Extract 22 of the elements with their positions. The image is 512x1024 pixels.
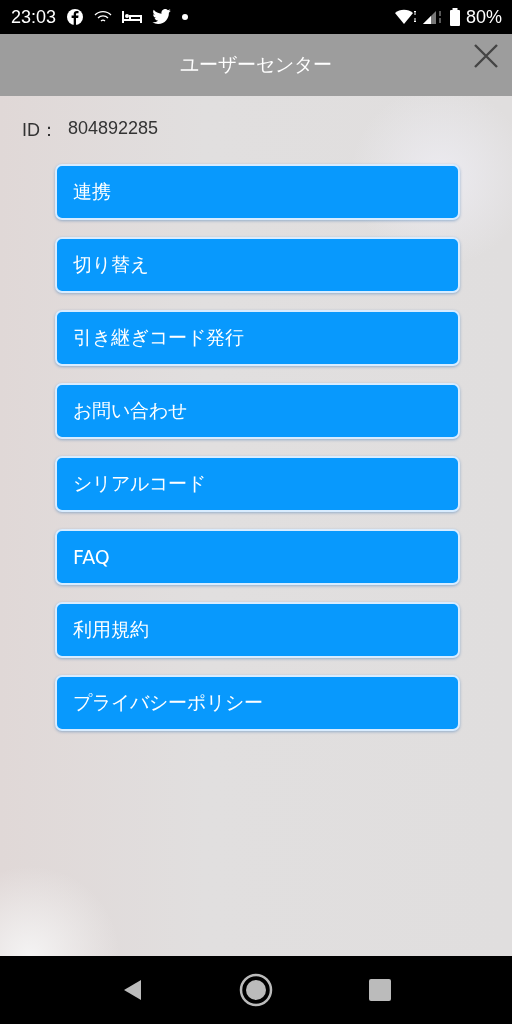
bed-icon [122,10,143,24]
bird-icon [152,9,173,25]
battery-icon [448,8,461,26]
menu-button[interactable]: シリアルコード [55,456,460,512]
menu-button[interactable]: 切り替え [55,237,460,293]
page-title: ユーザーセンター [180,52,332,77]
menu-button[interactable]: プライバシーポリシー [55,675,460,731]
signal-icon [421,9,444,25]
notification-dot-icon [182,14,189,20]
clock: 23:03 [11,6,57,28]
menu-button[interactable]: FAQ [55,529,460,585]
home-icon[interactable] [239,973,273,1007]
wifi-icon [394,9,417,25]
menu-button[interactable]: 利用規約 [55,602,460,658]
facebook-icon [66,8,85,26]
close-icon[interactable] [473,43,499,69]
menu-button[interactable]: 連携 [55,164,460,220]
id-label: ID： [22,119,58,142]
battery-level: 80% [465,6,502,28]
menu-button[interactable]: お問い合わせ [55,383,460,439]
menu-button[interactable]: 引き継ぎコード発行 [55,310,460,366]
id-value: 804892285 [68,118,159,140]
